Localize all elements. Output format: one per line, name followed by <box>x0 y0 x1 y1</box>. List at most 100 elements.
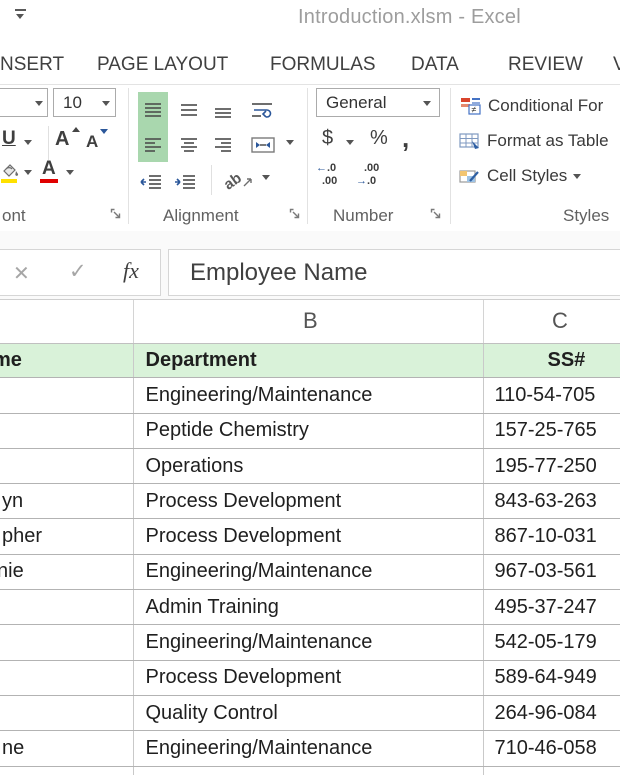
decrease-indent-button[interactable] <box>136 164 166 199</box>
number-dialog-launcher-icon[interactable] <box>430 208 443 221</box>
table-row[interactable]: ne Engineering/Maintenance 710-46-058 <box>0 731 620 767</box>
font-dialog-launcher-icon[interactable] <box>110 208 123 221</box>
cell-department[interactable]: Engineering/Maintenance <box>134 378 484 413</box>
tab-review[interactable]: REVIEW <box>508 54 583 76</box>
merge-center-button[interactable] <box>244 127 282 162</box>
table-row[interactable]: Peptide Chemistry 157-25-765 <box>0 413 620 449</box>
cell-name-fragment[interactable]: ne <box>0 731 134 766</box>
cell-name-fragment[interactable] <box>0 590 134 625</box>
table-row[interactable]: Engineering/Maintenance 110-54-705 <box>0 378 620 414</box>
increase-indent-button[interactable] <box>170 164 200 199</box>
cell-department[interactable]: Engineering/Maintenance <box>134 554 484 590</box>
decrease-font-size-button[interactable]: A <box>86 132 98 152</box>
tab-insert[interactable]: NSERT <box>0 54 64 76</box>
align-right-button[interactable] <box>208 127 238 162</box>
column-header-c[interactable]: C <box>552 308 568 334</box>
center-button[interactable] <box>174 127 204 162</box>
cell-department[interactable]: Process Development <box>134 519 484 554</box>
orientation-button[interactable]: ab <box>218 164 260 199</box>
top-align-button[interactable] <box>138 92 168 127</box>
tab-page-layout[interactable]: PAGE LAYOUT <box>97 54 228 76</box>
cell-styles-chevron-icon <box>573 173 582 179</box>
formula-input[interactable]: Employee Name <box>168 249 620 296</box>
cell-name-fragment[interactable] <box>0 625 134 660</box>
cell-name-fragment[interactable]: nie <box>0 554 134 590</box>
alignment-dialog-launcher-icon[interactable] <box>289 208 302 221</box>
insert-function-icon[interactable]: fx <box>123 258 139 284</box>
header-cell-name[interactable]: me <box>0 344 134 378</box>
cell-department[interactable]: Operations <box>134 448 484 484</box>
cell-styles-button[interactable]: Cell Styles <box>459 161 620 191</box>
cell-ssn[interactable]: 589-64-949 <box>484 661 620 695</box>
cell-name-fragment[interactable]: yn <box>0 484 134 519</box>
table-row[interactable]: nie Engineering/Maintenance 967-03-561 <box>0 554 620 591</box>
cell-name-fragment[interactable] <box>0 695 134 731</box>
comma-style-button[interactable]: , <box>402 123 409 154</box>
cell-name-fragment[interactable] <box>0 413 134 448</box>
table-row[interactable]: Engineering/Maintenance 542-05-179 <box>0 625 620 661</box>
ribbon: 10 U A A A ont ab Alignment General $ % … <box>0 85 620 232</box>
accounting-format-button[interactable]: $ <box>322 127 333 150</box>
cell-ssn[interactable]: 495-37-247 <box>484 590 620 624</box>
table-row[interactable]: pher Process Development 867-10-031 <box>0 519 620 555</box>
table-row[interactable]: Admin Training 495-37-247 <box>0 590 620 626</box>
header-cell-ssn[interactable]: SS# <box>484 344 620 377</box>
table-row[interactable]: Process Development 589-64-949 <box>0 660 620 696</box>
cell-department[interactable]: Process Development <box>134 660 484 695</box>
align-left-button[interactable] <box>138 127 168 162</box>
font-size-combo[interactable]: 10 <box>53 88 116 117</box>
font-name-combo[interactable] <box>0 88 48 117</box>
merge-center-chevron-icon[interactable] <box>286 140 294 145</box>
middle-align-button[interactable] <box>174 92 204 127</box>
formula-bar-buttons: ✕ ✓ fx <box>0 249 161 296</box>
cell-department[interactable]: Quality Control <box>134 695 484 731</box>
bottom-align-button[interactable] <box>208 92 238 127</box>
column-header-b[interactable]: B <box>303 308 318 334</box>
cell-ssn[interactable]: 264-96-084 <box>484 696 620 730</box>
cell-name-fragment[interactable]: pher <box>0 519 134 554</box>
percent-style-button[interactable]: % <box>370 127 388 150</box>
cell-department[interactable]: Engineering/Maintenance <box>134 625 484 660</box>
increase-font-size-button[interactable]: A <box>55 128 69 151</box>
cell-department[interactable]: Process Development <box>134 484 484 519</box>
cell-name-fragment[interactable] <box>0 660 134 695</box>
tab-formulas[interactable]: FORMULAS <box>270 54 376 76</box>
number-format-combo[interactable]: General <box>316 88 440 117</box>
table-row[interactable]: Quality Control 264-96-084 <box>0 695 620 732</box>
cell-department[interactable]: Engineering/Maintenance <box>134 731 484 766</box>
wrap-text-button[interactable] <box>244 92 282 127</box>
cell-department[interactable]: Peptide Chemistry <box>134 413 484 448</box>
font-color-chevron-icon[interactable] <box>66 170 74 175</box>
format-as-table-button[interactable]: Format as Table <box>459 126 620 156</box>
cell-name-fragment[interactable] <box>0 448 134 484</box>
cancel-icon[interactable]: ✕ <box>13 261 30 286</box>
table-row[interactable]: yn Process Development 843-63-263 <box>0 484 620 520</box>
bottom-align-icon <box>215 107 231 118</box>
cell-ssn[interactable]: 710-46-058 <box>484 731 620 765</box>
cell-department[interactable]: Admin Training <box>134 590 484 625</box>
header-cell-department[interactable]: Department <box>134 344 484 378</box>
tab-data[interactable]: DATA <box>411 54 459 76</box>
cell-ssn[interactable]: 110-54-705 <box>484 378 620 412</box>
underline-chevron-icon[interactable] <box>24 140 32 145</box>
cell-ssn[interactable]: 843-63-263 <box>484 484 620 518</box>
fill-color-button[interactable] <box>0 163 20 178</box>
cell-ssn[interactable]: 867-10-031 <box>484 519 620 553</box>
cell-ssn[interactable]: 542-05-179 <box>484 625 620 659</box>
tab-view[interactable]: V <box>613 54 620 76</box>
orientation-chevron-icon[interactable] <box>262 175 270 180</box>
cell-ssn[interactable]: 195-77-250 <box>484 449 620 483</box>
table-row[interactable]: Operations 195-77-250 <box>0 448 620 485</box>
conditional-formatting-button[interactable]: ≠ Conditional For <box>460 91 620 121</box>
enter-icon[interactable]: ✓ <box>69 259 87 284</box>
customize-quick-access-toolbar-icon[interactable] <box>14 7 28 21</box>
accounting-chevron-icon[interactable] <box>346 140 354 145</box>
decrease-decimal-button[interactable]: .00 →.0 <box>356 162 392 192</box>
cell-ssn[interactable]: 157-25-765 <box>484 414 620 448</box>
cell-name-fragment[interactable] <box>0 378 134 413</box>
underline-button[interactable]: U <box>2 128 16 150</box>
fill-color-chevron-icon[interactable] <box>24 170 32 175</box>
cell-ssn[interactable]: 967-03-561 <box>484 555 620 589</box>
font-color-button[interactable]: A <box>42 158 56 180</box>
increase-decimal-button[interactable]: ←.0 .00 <box>316 162 352 192</box>
